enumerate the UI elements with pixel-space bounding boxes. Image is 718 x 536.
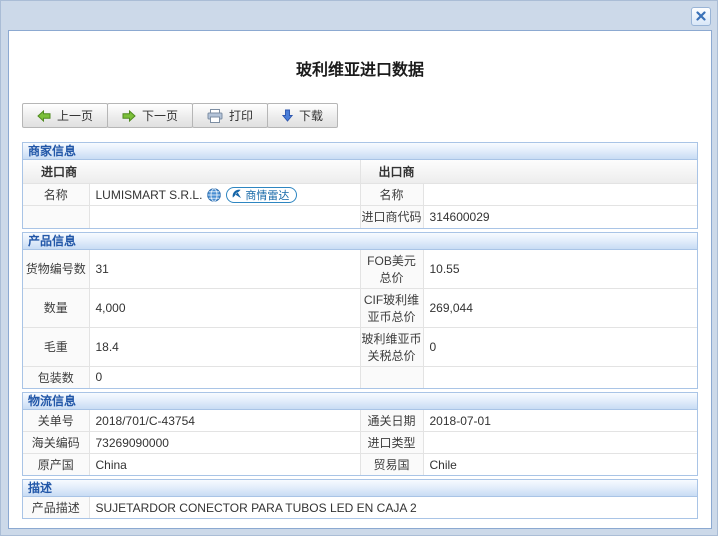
table-row: 海关编码 73269090000 进口类型 [22,431,698,454]
printer-icon [207,108,223,123]
next-page-label: 下一页 [142,109,179,123]
empty-value-cell [88,205,361,228]
prev-page-button[interactable]: 上一页 [22,103,109,128]
dialog-window: 玻利维亚进口数据 上一页 下一页 打印 下载 商家信息 进口商 出口商 名称 L… [0,0,718,536]
section-logistics: 物流信息 关单号 2018/701/C-43754 通关日期 2018-07-0… [22,392,698,476]
empty-label-cell [359,365,424,389]
table-row: 包装数 0 [22,365,698,389]
product-table: 货物编号数 31 FOB美元总价 10.55 数量 4,000 CIF玻利维亚币… [22,249,698,389]
business-radar-badge[interactable]: 商情雷达 [226,186,298,203]
table-row: 名称 LUMISMART S.R.L. 商情雷达 名称 [22,183,698,206]
table-row: 关单号 2018/701/C-43754 通关日期 2018-07-01 [22,409,698,432]
gross-weight-value: 18.4 [88,326,361,367]
exporter-name-value [422,183,698,206]
section-header-merchant: 商家信息 [23,143,697,160]
description-table: 产品描述 SUJETARDOR CONECTOR PARA TUBOS LED … [22,496,698,519]
hs-code-value: 73269090000 [88,431,361,454]
origin-country-label: 原产国 [22,453,90,476]
origin-country-value: China [88,453,361,476]
package-count-label: 包装数 [22,365,90,389]
download-label: 下载 [299,109,324,123]
arrow-right-icon [122,109,136,122]
table-row: 进口商 出口商 [22,159,698,184]
trade-country-label: 贸易国 [359,453,424,476]
toolbar: 上一页 下一页 打印 下载 [22,103,698,128]
product-description-label: 产品描述 [22,496,90,519]
quantity-label: 数量 [22,287,90,328]
importer-name-cell: LUMISMART S.R.L. 商情雷达 [88,183,361,206]
table-row: 货物编号数 31 FOB美元总价 10.55 [22,249,698,289]
package-count-value: 0 [88,365,361,389]
importer-code-label: 进口商代码 [359,205,424,228]
customs-doc-value: 2018/701/C-43754 [88,409,361,432]
section-merchant: 商家信息 进口商 出口商 名称 LUMISMART S.R.L. 商情雷达 名称… [22,142,698,229]
empty-value-cell [422,365,698,389]
download-button[interactable]: 下载 [267,103,339,128]
table-row: 产品描述 SUJETARDOR CONECTOR PARA TUBOS LED … [22,496,698,519]
page-title: 玻利维亚进口数据 [295,62,424,79]
merchant-table: 进口商 出口商 名称 LUMISMART S.R.L. 商情雷达 名称 进口商代… [22,159,698,228]
section-header-description: 描述 [23,480,697,497]
detail-tables: 商家信息 进口商 出口商 名称 LUMISMART S.R.L. 商情雷达 名称… [22,142,698,519]
clearance-date-label: 通关日期 [359,409,424,432]
gross-weight-label: 毛重 [22,326,90,367]
logistics-table: 关单号 2018/701/C-43754 通关日期 2018-07-01 海关编… [22,409,698,476]
importer-name-value: LUMISMART S.R.L. [95,187,203,202]
hs-code-label: 海关编码 [22,431,90,454]
clearance-date-value: 2018-07-01 [422,409,698,432]
exporter-name-label: 名称 [359,183,424,206]
cargo-count-value: 31 [88,249,361,289]
exporter-group-header: 出口商 [359,159,698,184]
customs-doc-label: 关单号 [22,409,90,432]
empty-label-cell [22,205,90,228]
product-description-value: SUJETARDOR CONECTOR PARA TUBOS LED EN CA… [88,496,698,519]
radar-badge-label: 商情雷达 [245,189,290,202]
print-label: 打印 [229,109,254,123]
import-type-label: 进口类型 [359,431,424,454]
table-row: 数量 4,000 CIF玻利维亚币总价 269,044 [22,287,698,328]
next-page-button[interactable]: 下一页 [107,103,194,128]
dialog-panel: 玻利维亚进口数据 上一页 下一页 打印 下载 商家信息 进口商 出口商 名称 L… [8,30,712,529]
section-description: 描述 产品描述 SUJETARDOR CONECTOR PARA TUBOS L… [22,479,698,519]
section-header-logistics: 物流信息 [23,393,697,410]
arrow-left-icon [37,109,51,122]
cif-total-value: 269,044 [422,287,698,328]
section-header-product: 产品信息 [23,232,697,250]
prev-page-label: 上一页 [57,109,94,123]
trade-country-value: Chile [422,453,698,476]
fob-usd-value: 10.55 [422,249,698,289]
importer-name-label: 名称 [22,183,90,206]
table-row: 进口商代码 314600029 [22,205,698,228]
print-button[interactable]: 打印 [192,103,269,128]
importer-code-value: 314600029 [422,205,698,228]
tariff-total-label: 玻利维亚币关税总价 [359,326,424,367]
cif-total-label: CIF玻利维亚币总价 [359,287,424,328]
cargo-count-label: 货物编号数 [22,249,90,289]
arrow-down-icon [282,109,294,122]
table-row: 原产国 China 贸易国 Chile [22,453,698,476]
section-product: 产品信息 货物编号数 31 FOB美元总价 10.55 数量 4,000 CIF… [22,231,698,389]
import-type-value [422,431,698,454]
tariff-total-value: 0 [422,326,698,367]
radar-icon [231,188,242,202]
importer-group-header: 进口商 [22,159,361,184]
fob-usd-label: FOB美元总价 [359,249,424,289]
close-button[interactable] [691,7,711,26]
globe-icon[interactable] [207,187,222,202]
quantity-value: 4,000 [88,287,361,328]
table-row: 毛重 18.4 玻利维亚币关税总价 0 [22,326,698,367]
close-icon [696,8,706,26]
